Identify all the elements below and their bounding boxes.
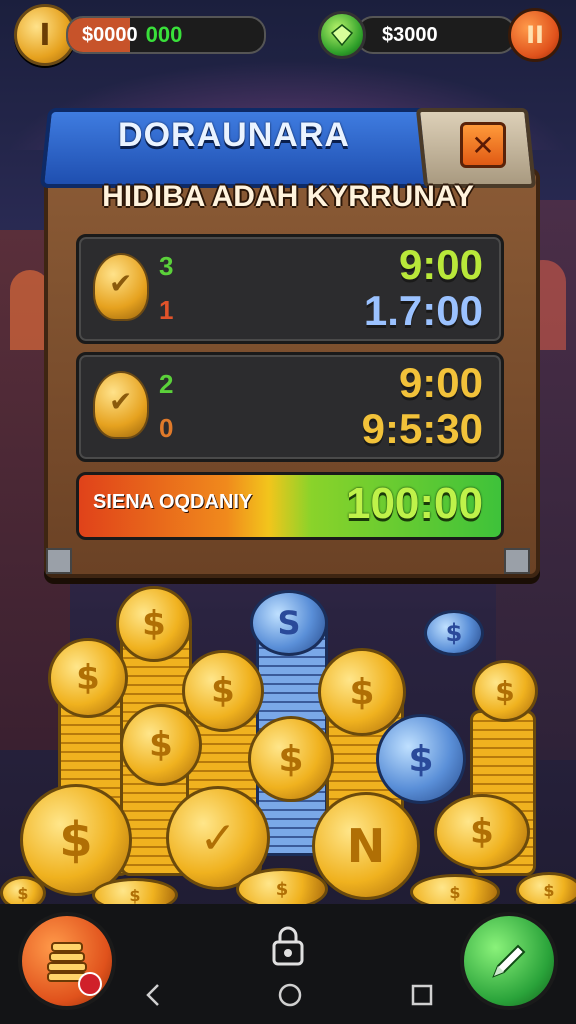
pause-button[interactable]: II — [508, 8, 562, 62]
close-icon: ✕ — [471, 128, 495, 162]
pencil-icon — [492, 944, 526, 978]
panel-title: DORAUNARA — [118, 116, 350, 154]
dollar-coin-icon: $ — [116, 586, 192, 662]
progress-value: 100:00 — [345, 479, 483, 528]
pause-icon: II — [526, 21, 544, 49]
coin-pile: $ $ $ S $ $ $ $ $ $ $ ✓ N $ $ $ $ $ $ — [0, 580, 576, 912]
medal-icon — [93, 371, 149, 439]
dollar-coin-icon: $ — [48, 638, 128, 718]
reward-row[interactable]: 3 1 9:00 1.7:00 — [76, 234, 504, 344]
row-time-top: 9:00 — [398, 359, 483, 406]
panel-subtitle: HIDIBA ADAH KYRRUNAY — [102, 180, 474, 213]
dollar-coin-icon: $ — [182, 650, 264, 732]
currency-bar-left: $0000 000 — [66, 16, 266, 54]
nav-home-button[interactable] — [270, 980, 310, 1010]
progress-label: SIENA OQDANIY — [93, 491, 253, 513]
nav-back-button[interactable] — [134, 980, 174, 1010]
panel-corner — [504, 548, 530, 574]
left-amount: $0000 — [82, 23, 138, 46]
rewards-panel: DORAUNARA ✕ HIDIBA ADAH KYRRUNAY 3 1 9:0… — [39, 108, 540, 578]
row-count-top: 3 — [159, 251, 174, 281]
row-time-bottom: 1.7:00 — [363, 287, 483, 334]
edit-button[interactable] — [460, 912, 558, 1010]
dollar-coin-icon: $ — [516, 872, 576, 908]
progress-bar: SIENA OQDANIY 100:00 — [76, 472, 504, 540]
gem-icon — [330, 24, 354, 47]
blue-coin-icon: S — [250, 590, 328, 656]
nav-recent-button[interactable] — [402, 980, 442, 1010]
shop-button[interactable] — [18, 912, 116, 1010]
row-count-top: 2 — [159, 369, 174, 399]
close-button[interactable]: ✕ — [460, 122, 506, 168]
row-time-top: 9:00 — [398, 241, 483, 288]
recent-apps-icon — [411, 984, 433, 1006]
back-icon — [146, 984, 159, 1006]
blue-coin-icon: $ — [376, 714, 466, 804]
coin-icon: I — [39, 17, 51, 53]
medal-icon — [93, 253, 149, 321]
gem-button[interactable] — [318, 11, 366, 59]
right-amount: $3000 — [382, 23, 438, 46]
blue-coin-icon: $ — [424, 610, 484, 656]
dollar-coin-icon: N — [312, 792, 420, 900]
hud-left: I $0000 000 — [14, 4, 266, 66]
hud-right: $3000 II — [318, 8, 562, 62]
lock-button[interactable] — [266, 924, 310, 968]
row-count-bottom: 1 — [159, 295, 174, 325]
home-icon — [278, 983, 302, 1007]
notification-badge — [78, 972, 102, 996]
reward-row[interactable]: 2 0 9:00 9:5:30 — [76, 352, 504, 462]
currency-bar-right: $3000 — [356, 16, 516, 54]
panel-corner — [46, 548, 72, 574]
row-count-bottom: 0 — [159, 413, 174, 443]
lock-icon — [272, 926, 304, 966]
dollar-coin-icon: $ — [434, 794, 530, 870]
left-count: 000 — [145, 22, 183, 47]
dollar-coin-icon: $ — [248, 716, 334, 802]
row-time-bottom: 9:5:30 — [361, 405, 483, 452]
dollar-coin-icon: $ — [120, 704, 202, 786]
dollar-coin-icon: $ — [472, 660, 538, 722]
